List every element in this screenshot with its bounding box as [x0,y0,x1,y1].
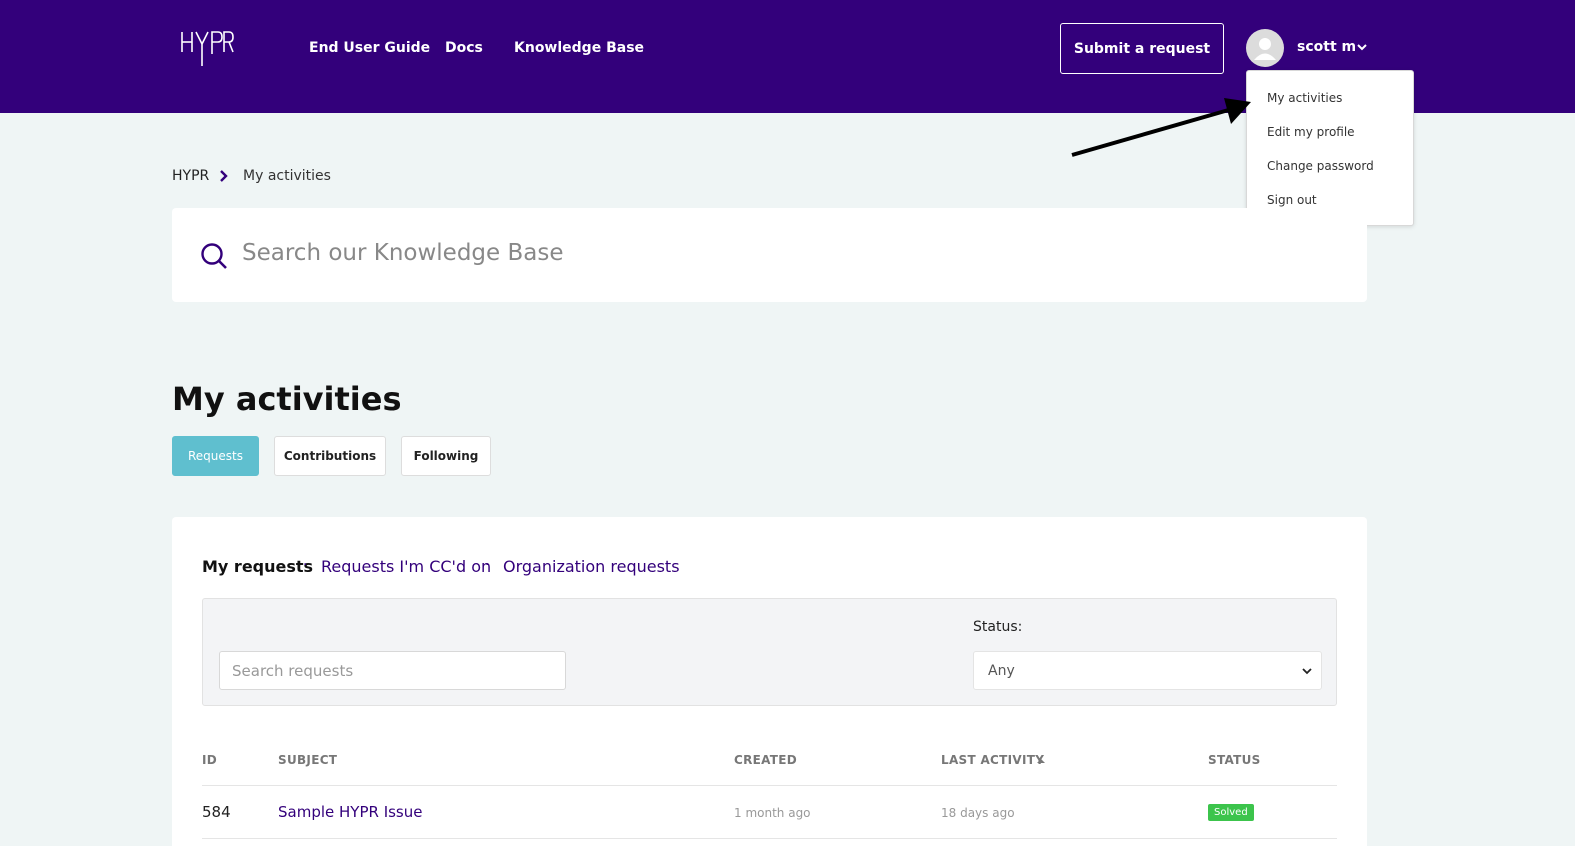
annotation-arrow [1071,98,1251,157]
sort-ascending-icon[interactable] [1036,757,1046,765]
requests-filter-bar: Search requests Status: Any [202,598,1337,706]
status-select[interactable]: Any [973,651,1322,690]
menu-item-edit-profile[interactable]: Edit my profile [1267,125,1355,139]
table-divider [202,838,1337,839]
request-subject-link[interactable]: Sample HYPR Issue [278,803,422,821]
user-menu-dropdown: My activities Edit my profile Change pas… [1246,70,1414,226]
submit-request-button[interactable]: Submit a request [1060,23,1224,74]
user-name[interactable]: scott m [1297,39,1356,55]
table-divider [202,785,1337,786]
status-badge: Solved [1208,804,1254,821]
kb-search-placeholder: Search our Knowledge Base [242,240,564,266]
subnav-organization-requests[interactable]: Organization requests [503,557,680,576]
request-created: 1 month ago [734,806,811,820]
breadcrumb-current: My activities [243,168,331,184]
search-icon [201,243,227,269]
tab-following[interactable]: Following [401,436,491,476]
request-id: 584 [202,803,231,821]
breadcrumb-home[interactable]: HYPR [172,168,209,184]
column-header-subject[interactable]: SUBJECT [278,753,337,767]
status-label: Status: [973,619,1023,635]
menu-item-my-activities[interactable]: My activities [1267,91,1342,105]
subnav-separator: · [303,557,308,573]
nav-knowledge-base[interactable]: Knowledge Base [514,40,644,56]
chevron-right-icon [220,170,228,182]
user-icon [1254,38,1276,60]
avatar[interactable] [1246,29,1284,67]
column-header-created[interactable]: CREATED [734,753,797,767]
menu-item-change-password[interactable]: Change password [1267,159,1374,173]
subnav-cc-requests[interactable]: Requests I'm CC'd on [321,557,491,576]
search-requests-placeholder: Search requests [232,661,354,680]
hypr-logo[interactable] [180,28,234,68]
subnav-my-requests[interactable]: My requests [202,557,313,576]
search-requests-input[interactable]: Search requests [219,651,566,690]
chevron-down-icon [1302,668,1312,675]
tab-contributions[interactable]: Contributions [274,436,386,476]
column-header-id[interactable]: ID [202,753,217,767]
nav-docs[interactable]: Docs [445,40,483,56]
column-header-status[interactable]: STATUS [1208,753,1261,767]
tab-requests[interactable]: Requests [172,436,259,476]
request-last-activity: 18 days ago [941,806,1015,820]
chevron-down-icon[interactable] [1356,41,1368,53]
column-header-last-activity[interactable]: LAST ACTIVITY [941,753,1044,767]
status-select-value: Any [988,662,1015,679]
kb-search-input[interactable]: Search our Knowledge Base [172,208,1367,302]
menu-item-sign-out[interactable]: Sign out [1267,193,1317,207]
subnav-separator: · [485,557,490,573]
requests-panel: My requests · Requests I'm CC'd on · Org… [172,517,1367,846]
nav-end-user-guide[interactable]: End User Guide [309,40,430,56]
page-title: My activities [172,380,402,418]
